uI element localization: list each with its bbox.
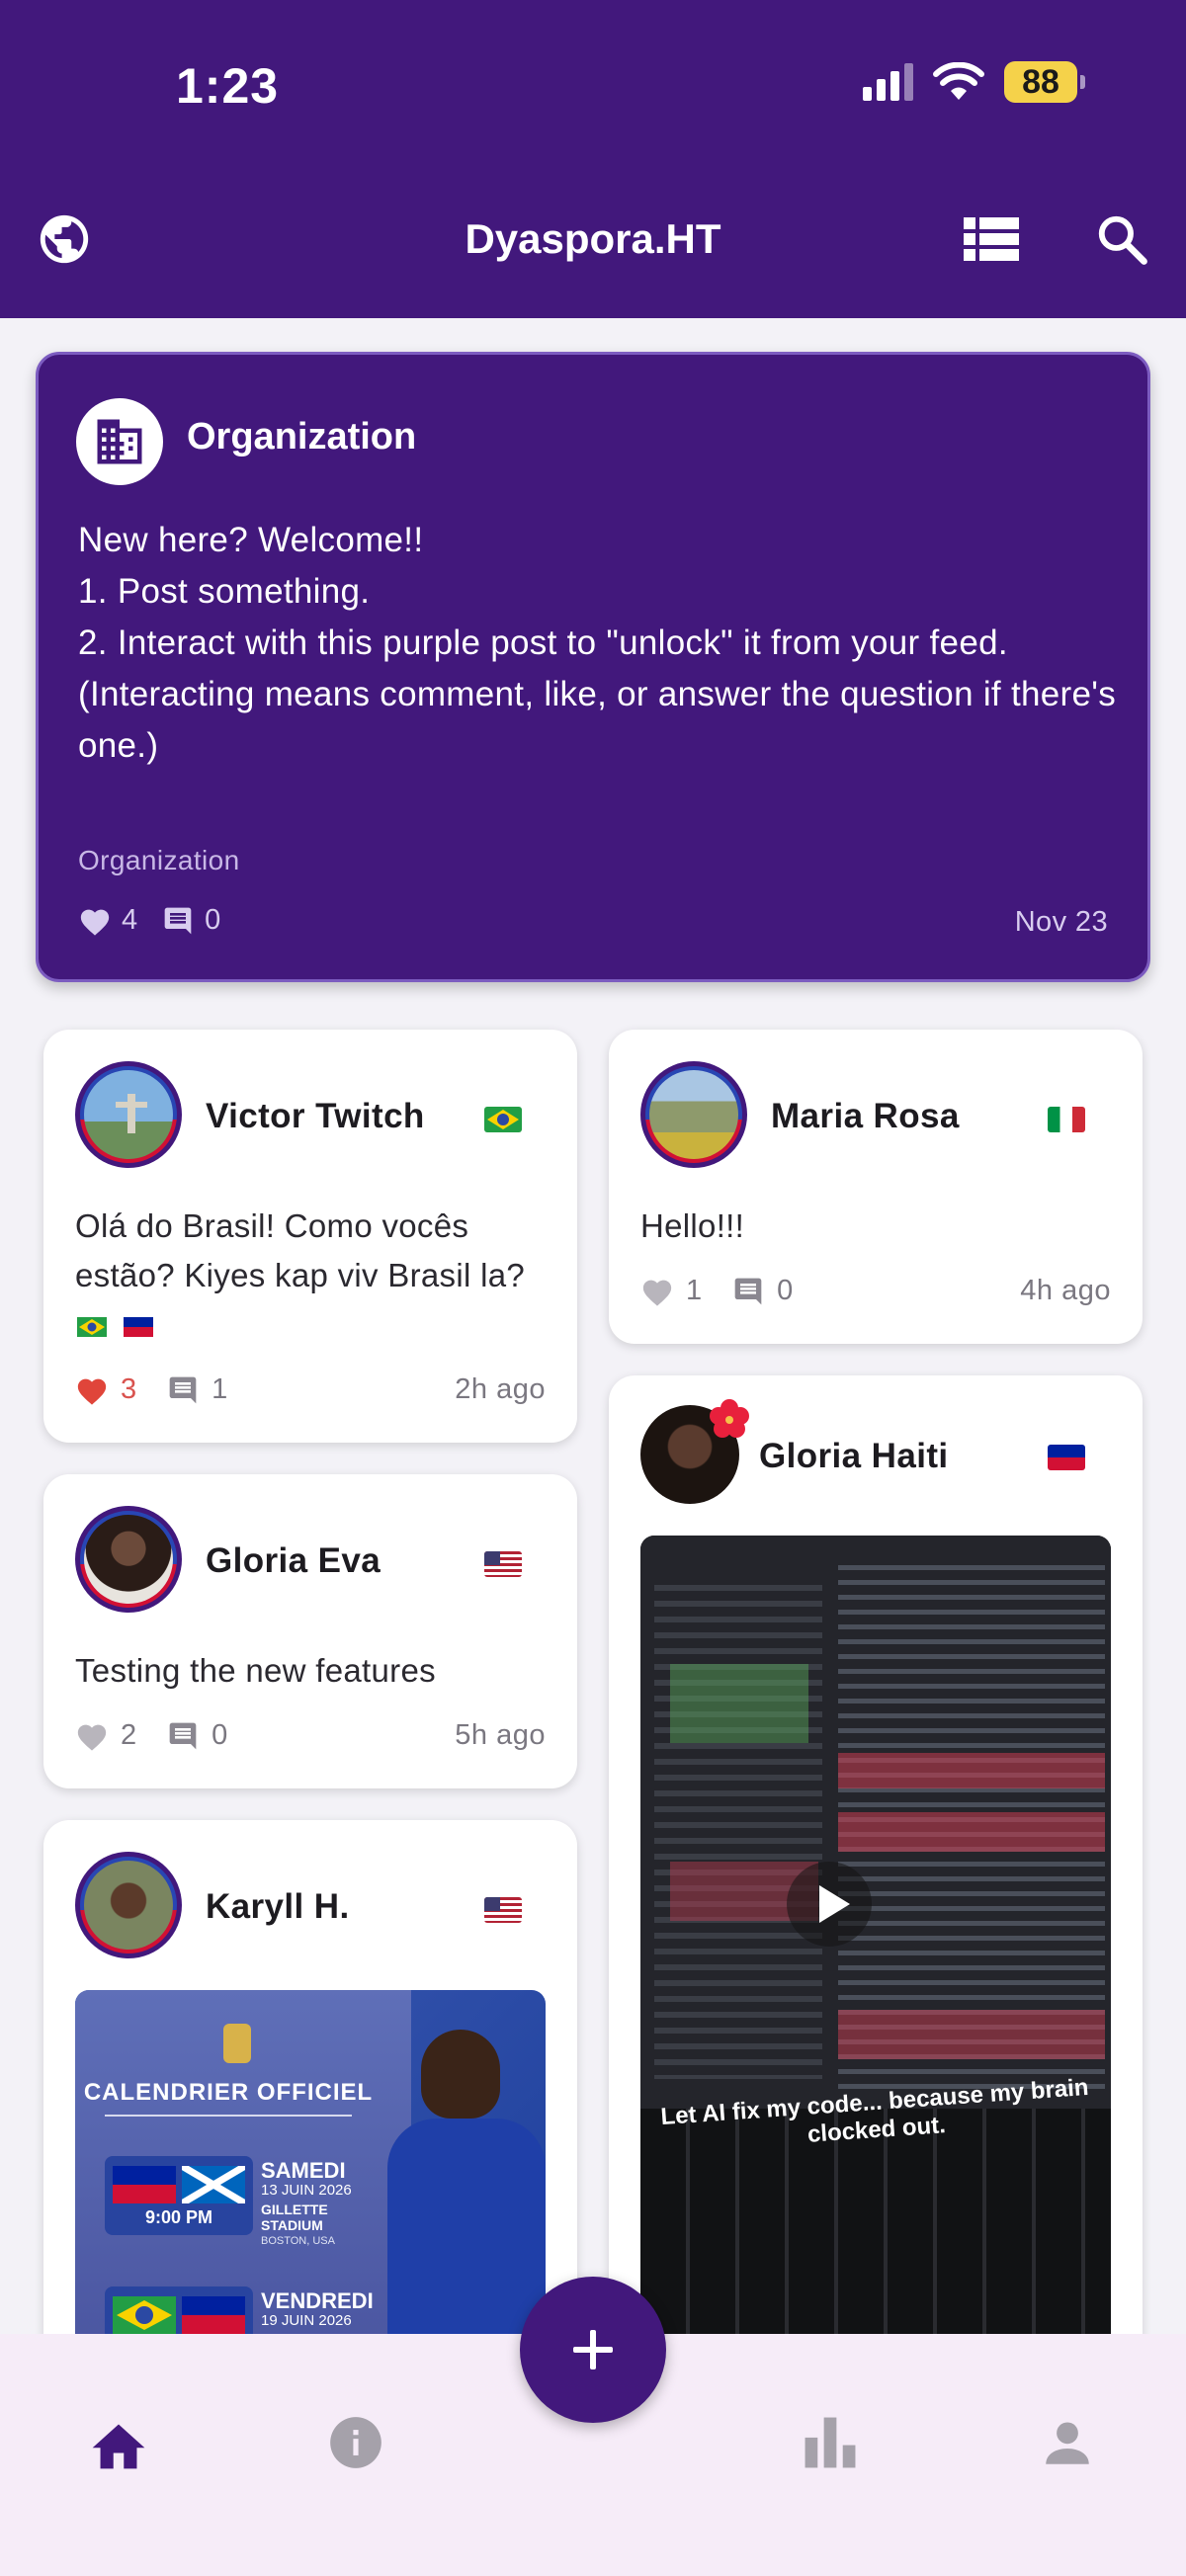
post-meta: 1 0 4h ago	[640, 1275, 1111, 1307]
brazil-flag-icon	[484, 1107, 522, 1132]
avatar[interactable]	[75, 1061, 182, 1168]
heart-filled-icon[interactable]	[75, 1374, 109, 1406]
list-view-icon[interactable]	[962, 209, 1021, 269]
app-header: 1:23 88 Dyaspora.HT	[0, 0, 1186, 318]
status-time: 1:23	[176, 58, 280, 114]
post-time: 4h ago	[1020, 1275, 1111, 1306]
heart-icon[interactable]	[78, 905, 112, 937]
featured-date: Nov 23	[1014, 906, 1108, 938]
avatar[interactable]	[640, 1061, 747, 1168]
post-author[interactable]: Victor Twitch	[206, 1097, 425, 1136]
post-card[interactable]: Maria Rosa Hello!!! 1 0 4h ago	[609, 1030, 1143, 1344]
post-card[interactable]: Victor Twitch Olá do Brasil! Como vocês …	[43, 1030, 577, 1443]
post-card[interactable]: Gloria Haiti Let AI fix my code... becau…	[609, 1375, 1143, 2364]
comment-icon[interactable]	[166, 1720, 200, 1752]
post-author[interactable]: Gloria Haiti	[759, 1437, 949, 1476]
haiti-flag-icon	[182, 2296, 245, 2334]
comment-icon[interactable]	[166, 1374, 200, 1406]
match-day: VENDREDI	[261, 2288, 374, 2313]
match-time: 9:00 PM	[144, 2207, 213, 2227]
post-text: Hello!!!	[640, 1207, 745, 1244]
brazil-flag-emoji-icon	[77, 1317, 107, 1338]
status-indicators: 88	[863, 61, 1085, 103]
featured-author: Organization	[187, 416, 417, 457]
brazil-flag-icon	[113, 2296, 176, 2334]
comment-count: 0	[777, 1275, 794, 1306]
wifi-icon	[933, 62, 984, 100]
post-card[interactable]: Gloria Eva Testing the new features 2 0 …	[43, 1474, 577, 1788]
comment-icon[interactable]	[161, 905, 195, 937]
post-text: Testing the new features	[75, 1652, 436, 1689]
building-icon	[76, 398, 163, 485]
featured-stats: 4 0	[78, 904, 220, 937]
comment-count: 0	[212, 1719, 228, 1751]
post-author[interactable]: Karyll H.	[206, 1887, 350, 1927]
play-button[interactable]	[787, 1862, 872, 1947]
haiti-flag-emoji-icon	[124, 1317, 154, 1338]
like-count: 2	[121, 1719, 137, 1751]
usa-flag-icon	[484, 1551, 522, 1577]
comment-icon[interactable]	[731, 1276, 765, 1307]
poster-title: CALENDRIER OFFICIEL	[83, 2079, 374, 2106]
match-date: 13 JUIN 2026	[261, 2182, 352, 2199]
avatar[interactable]	[75, 1506, 182, 1613]
add-icon	[573, 2330, 613, 2369]
player-photo	[421, 2030, 500, 2119]
trophy-icon	[223, 2024, 251, 2063]
post-card[interactable]: Karyll H. CALENDRIER OFFICIEL 9:00 PM SA…	[43, 1820, 577, 2373]
post-time: 5h ago	[455, 1719, 546, 1751]
cellular-signal-icon	[863, 63, 913, 101]
post-meta: 2 0 5h ago	[75, 1719, 546, 1752]
featured-body: New here? Welcome!! 1. Post something. 2…	[78, 521, 1117, 765]
heart-icon[interactable]	[640, 1276, 674, 1307]
like-count: 3	[121, 1373, 137, 1405]
comment-count: 1	[212, 1373, 228, 1405]
featured-likes: 4	[122, 904, 138, 936]
stats-icon[interactable]	[791, 2403, 870, 2482]
italy-flag-icon	[1048, 1107, 1085, 1132]
featured-post-card[interactable]: Organization New here? Welcome!! 1. Post…	[36, 352, 1150, 982]
match-city: BOSTON, USA	[261, 2235, 335, 2247]
like-count: 1	[686, 1275, 703, 1306]
post-time: 2h ago	[455, 1373, 546, 1405]
post-meta: 3 1 2h ago	[75, 1373, 546, 1406]
info-icon[interactable]	[316, 2403, 395, 2482]
post-author[interactable]: Maria Rosa	[771, 1097, 960, 1136]
profile-icon[interactable]	[1028, 2403, 1107, 2482]
match-venue: GILLETTE STADIUM	[261, 2202, 328, 2233]
match-date: 19 JUIN 2026	[261, 2312, 352, 2329]
battery-indicator: 88	[1004, 61, 1085, 103]
search-icon[interactable]	[1092, 209, 1151, 269]
haiti-flag-icon	[113, 2166, 176, 2203]
haiti-flag-icon	[1048, 1445, 1085, 1470]
post-author[interactable]: Gloria Eva	[206, 1541, 381, 1581]
featured-comments: 0	[205, 904, 221, 936]
home-icon[interactable]	[79, 2403, 158, 2482]
heart-icon[interactable]	[75, 1720, 109, 1752]
video-thumbnail[interactable]: Let AI fix my code... because my brain c…	[640, 1536, 1111, 2356]
avatar[interactable]	[75, 1852, 182, 1958]
post-text: Olá do Brasil! Como vocês estão? Kiyes k…	[75, 1207, 526, 1293]
scotland-flag-icon	[180, 2162, 247, 2207]
usa-flag-icon	[484, 1897, 522, 1923]
add-post-button[interactable]	[520, 2277, 666, 2423]
match-day: SAMEDI	[261, 2158, 346, 2183]
post-image[interactable]: CALENDRIER OFFICIEL 9:00 PM SAMEDI 13 JU…	[75, 1990, 546, 2366]
featured-category: Organization	[78, 845, 240, 875]
flower-icon	[708, 1397, 751, 1441]
